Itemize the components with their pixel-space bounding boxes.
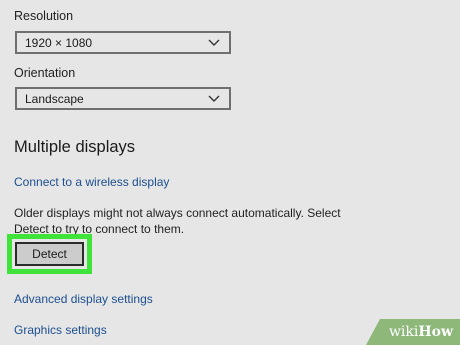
resolution-value: 1920 × 1080 (25, 35, 93, 50)
chevron-down-icon (205, 34, 223, 52)
watermark-prefix: wiki (388, 324, 419, 340)
detect-description: Older displays might not always connect … (14, 206, 341, 236)
detect-button[interactable]: Detect (15, 242, 84, 266)
chevron-down-icon (205, 90, 223, 108)
connect-wireless-display-link[interactable]: Connect to a wireless display (14, 175, 169, 189)
advanced-display-settings-link[interactable]: Advanced display settings (14, 292, 153, 306)
watermark-suffix: How (418, 324, 453, 340)
graphics-settings-link[interactable]: Graphics settings (14, 323, 107, 337)
resolution-dropdown[interactable]: 1920 × 1080 (15, 31, 231, 54)
orientation-value: Landscape (25, 91, 84, 106)
resolution-label: Resolution (14, 9, 74, 23)
wikihow-watermark: wiki How (366, 319, 460, 345)
orientation-label: Orientation (14, 66, 76, 80)
multiple-displays-heading: Multiple displays (14, 138, 136, 156)
orientation-dropdown[interactable]: Landscape (15, 87, 231, 110)
